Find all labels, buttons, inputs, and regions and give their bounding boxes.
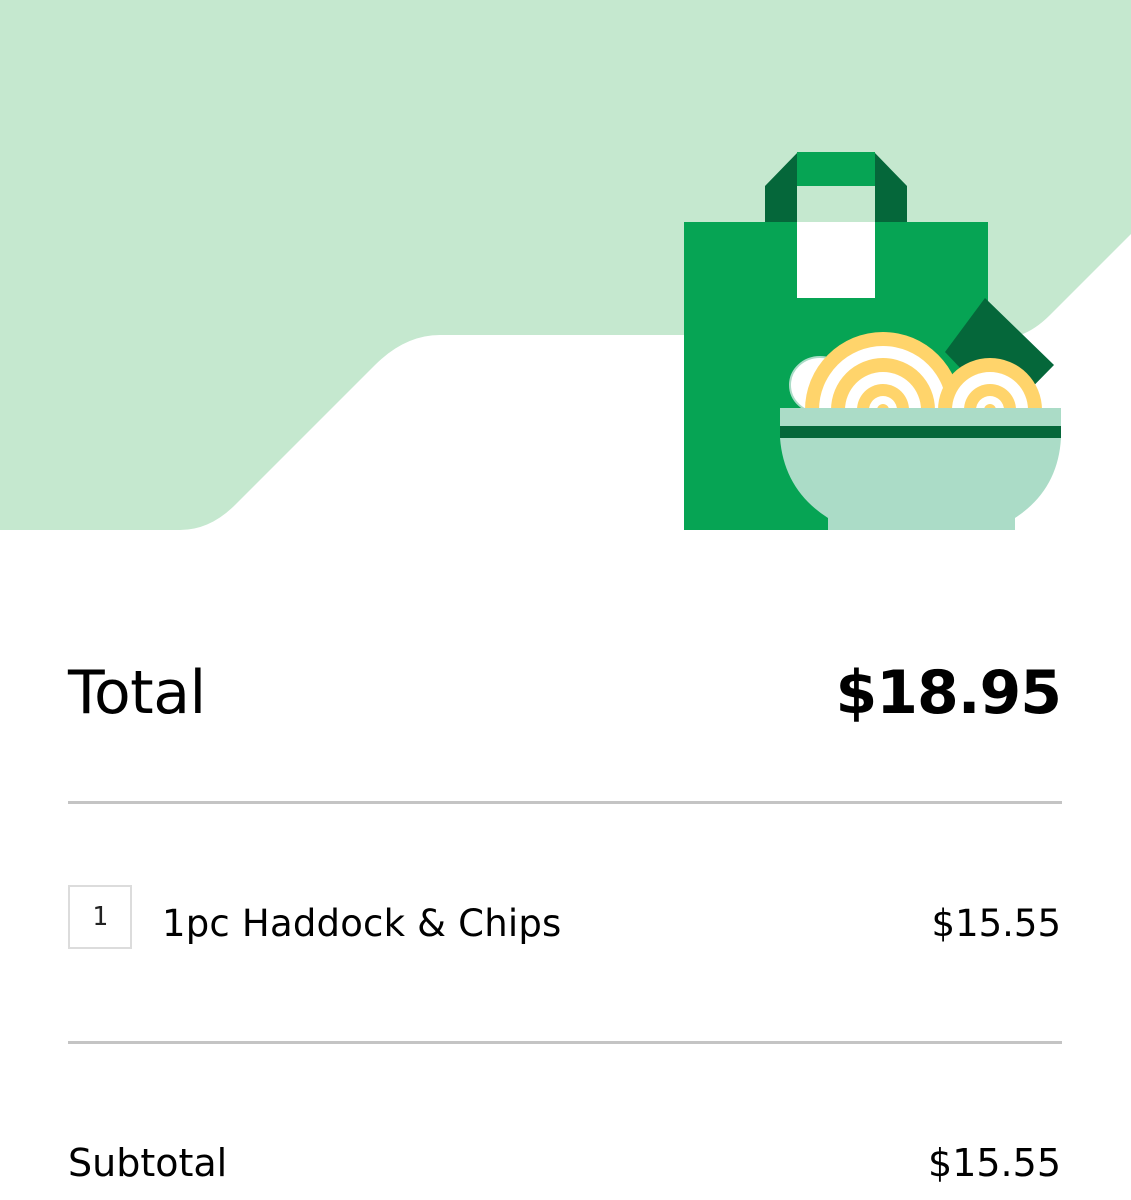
food-bag-illustration [0,0,1131,530]
bowl-icon [780,408,1061,530]
item-name: 1pc Haddock & Chips [162,902,562,945]
quantity-badge: 1 [68,885,132,949]
subtotal-label: Subtotal [68,1141,228,1185]
order-subtotal: Subtotal $15.55 [68,1134,1061,1194]
subtotal-value: $15.55 [928,1141,1061,1185]
item-price: $15.55 [931,902,1061,945]
divider [68,801,1062,804]
total-value: $18.95 [835,658,1062,728]
total-label: Total [68,658,206,728]
order-total: Total $18.95 [68,650,1062,740]
divider [68,1041,1062,1044]
list-item: 1 1pc Haddock & Chips $15.55 [68,885,1061,955]
header-illustration [0,0,1131,532]
